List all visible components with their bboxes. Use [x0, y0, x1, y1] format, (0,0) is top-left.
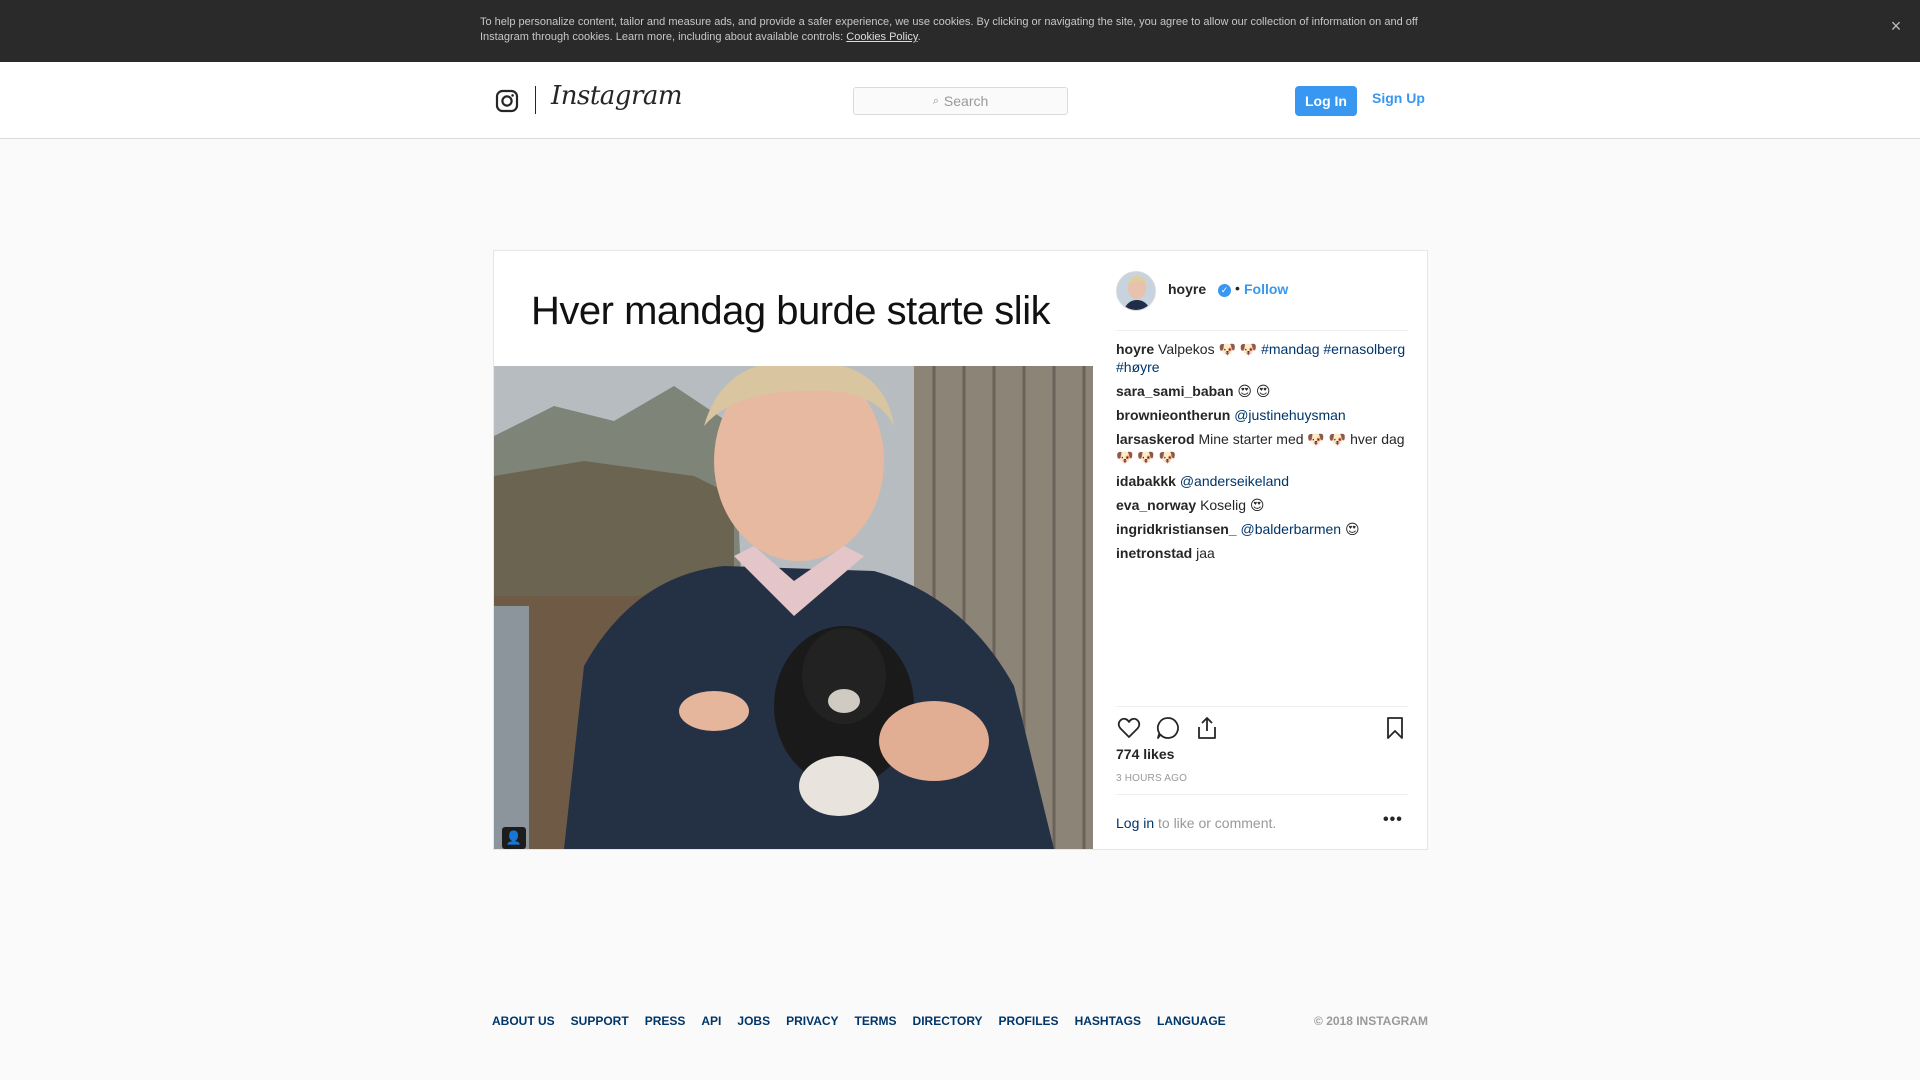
share-icon[interactable] [1194, 715, 1220, 741]
comment-login-bar: Log in to like or comment. ••• [1116, 794, 1408, 849]
image-headline: Hver mandag burde starte slik [531, 289, 1051, 333]
comment-user[interactable]: idabakkk [1116, 473, 1176, 489]
comment-user[interactable]: brownieontherun [1116, 407, 1230, 423]
footer-link-api[interactable]: API [701, 1014, 721, 1028]
footer-link-about-us[interactable]: ABOUT US [492, 1014, 555, 1028]
comment-user[interactable]: eva_norway [1116, 497, 1196, 513]
comment: brownieontherun @justinehuysman [1116, 406, 1408, 424]
footer: ABOUT US SUPPORT PRESS API JOBS PRIVACY … [492, 1014, 1428, 1030]
cookie-banner-text: To help personalize content, tailor and … [480, 15, 1440, 45]
comment-user[interactable]: ingridkristiansen_ [1116, 521, 1237, 537]
post-card: Hver mandag burde starte slik 👤 hoyre ✓ … [493, 250, 1428, 850]
search-placeholder: Search [943, 93, 989, 109]
comment: hoyre Valpekos 🐶 🐶 #mandag #ernasolberg … [1116, 340, 1408, 376]
cookie-banner-message: To help personalize content, tailor and … [480, 16, 1418, 43]
nav-divider [535, 86, 536, 114]
photo-illustration [494, 366, 1093, 849]
cookies-policy-link[interactable]: Cookies Policy [846, 31, 917, 43]
avatar[interactable] [1116, 271, 1156, 311]
post-timestamp[interactable]: 3 HOURS AGO [1116, 773, 1187, 784]
comment-text: Koselig 😍 [1200, 497, 1265, 513]
instagram-wordmark[interactable]: Instagram [551, 81, 683, 111]
footer-link-terms[interactable]: TERMS [855, 1014, 897, 1028]
footer-link-profiles[interactable]: PROFILES [999, 1014, 1059, 1028]
comment: eva_norway Koselig 😍 [1116, 496, 1408, 514]
comment-text: Valpekos 🐶 🐶 [1158, 341, 1262, 357]
comment: sara_sami_baban 😍 😍 [1116, 382, 1408, 400]
search-input[interactable]: ⌕ Search [853, 87, 1068, 115]
footer-link-privacy[interactable]: PRIVACY [786, 1014, 838, 1028]
hashtag-link[interactable]: #mandag [1261, 341, 1319, 357]
copyright: © 2018 INSTAGRAM [1314, 1014, 1428, 1028]
post-media[interactable]: Hver mandag burde starte slik 👤 [494, 251, 1093, 849]
footer-link-directory[interactable]: DIRECTORY [913, 1014, 983, 1028]
more-options-icon[interactable]: ••• [1383, 811, 1403, 829]
login-prompt-text: to like or comment. [1158, 815, 1277, 831]
verified-badge-icon: ✓ [1218, 284, 1231, 297]
search-icon: ⌕ [932, 94, 939, 107]
bookmark-icon[interactable] [1382, 715, 1408, 741]
close-icon[interactable]: × [1886, 16, 1906, 36]
mention-link[interactable]: @balderbarmen [1240, 521, 1341, 537]
top-nav: Instagram ⌕ Search Log In Sign Up [0, 62, 1920, 139]
footer-links: ABOUT US SUPPORT PRESS API JOBS PRIVACY … [492, 1014, 1242, 1028]
post-header: hoyre ✓ • Follow [1116, 271, 1408, 331]
mention-link[interactable]: @anderseikeland [1180, 473, 1289, 489]
post-actions [1116, 706, 1408, 746]
footer-link-support[interactable]: SUPPORT [571, 1014, 629, 1028]
post-author[interactable]: hoyre [1168, 281, 1206, 297]
comment-text: jaa [1196, 545, 1215, 561]
comments-list: hoyre Valpekos 🐶 🐶 #mandag #ernasolberg … [1116, 340, 1408, 568]
comment-user[interactable]: larsaskerod [1116, 431, 1195, 447]
follow-button[interactable]: Follow [1244, 281, 1288, 297]
footer-link-press[interactable]: PRESS [645, 1014, 686, 1028]
comment-user[interactable]: inetronstad [1116, 545, 1192, 561]
login-link[interactable]: Log in [1116, 815, 1154, 831]
comment-user[interactable]: sara_sami_baban [1116, 383, 1234, 399]
hashtag-link[interactable]: #høyre [1116, 359, 1160, 375]
post-sidebar: hoyre ✓ • Follow hoyre Valpekos 🐶 🐶 #man… [1116, 251, 1408, 849]
cookie-banner: To help personalize content, tailor and … [0, 0, 1920, 62]
like-count[interactable]: 774 likes [1116, 746, 1174, 762]
footer-link-hashtags[interactable]: HASHTAGS [1075, 1014, 1141, 1028]
user-tag-icon[interactable]: 👤 [502, 827, 526, 849]
signup-link[interactable]: Sign Up [1372, 90, 1425, 106]
separator-dot: • [1235, 280, 1240, 296]
comment: inetronstad jaa [1116, 544, 1408, 562]
comment-user[interactable]: hoyre [1116, 341, 1154, 357]
instagram-glyph-icon[interactable] [495, 89, 519, 113]
footer-link-language[interactable]: LANGUAGE [1157, 1014, 1226, 1028]
cookie-banner-end: . [917, 31, 921, 43]
post-photo: 👤 [494, 366, 1093, 849]
hashtag-link[interactable]: #ernasolberg [1323, 341, 1405, 357]
login-button[interactable]: Log In [1295, 86, 1357, 116]
comment: larsaskerod Mine starter med 🐶 🐶 hver da… [1116, 430, 1408, 466]
comment: idabakkk @anderseikeland [1116, 472, 1408, 490]
comment: ingridkristiansen_ @balderbarmen 😍 [1116, 520, 1408, 538]
footer-link-jobs[interactable]: JOBS [737, 1014, 770, 1028]
comment-text: 😍 😍 [1237, 383, 1271, 399]
comment-suffix: 😍 [1341, 521, 1360, 537]
mention-link[interactable]: @justinehuysman [1234, 407, 1346, 423]
comment-icon[interactable] [1155, 715, 1181, 741]
heart-icon[interactable] [1116, 715, 1142, 741]
